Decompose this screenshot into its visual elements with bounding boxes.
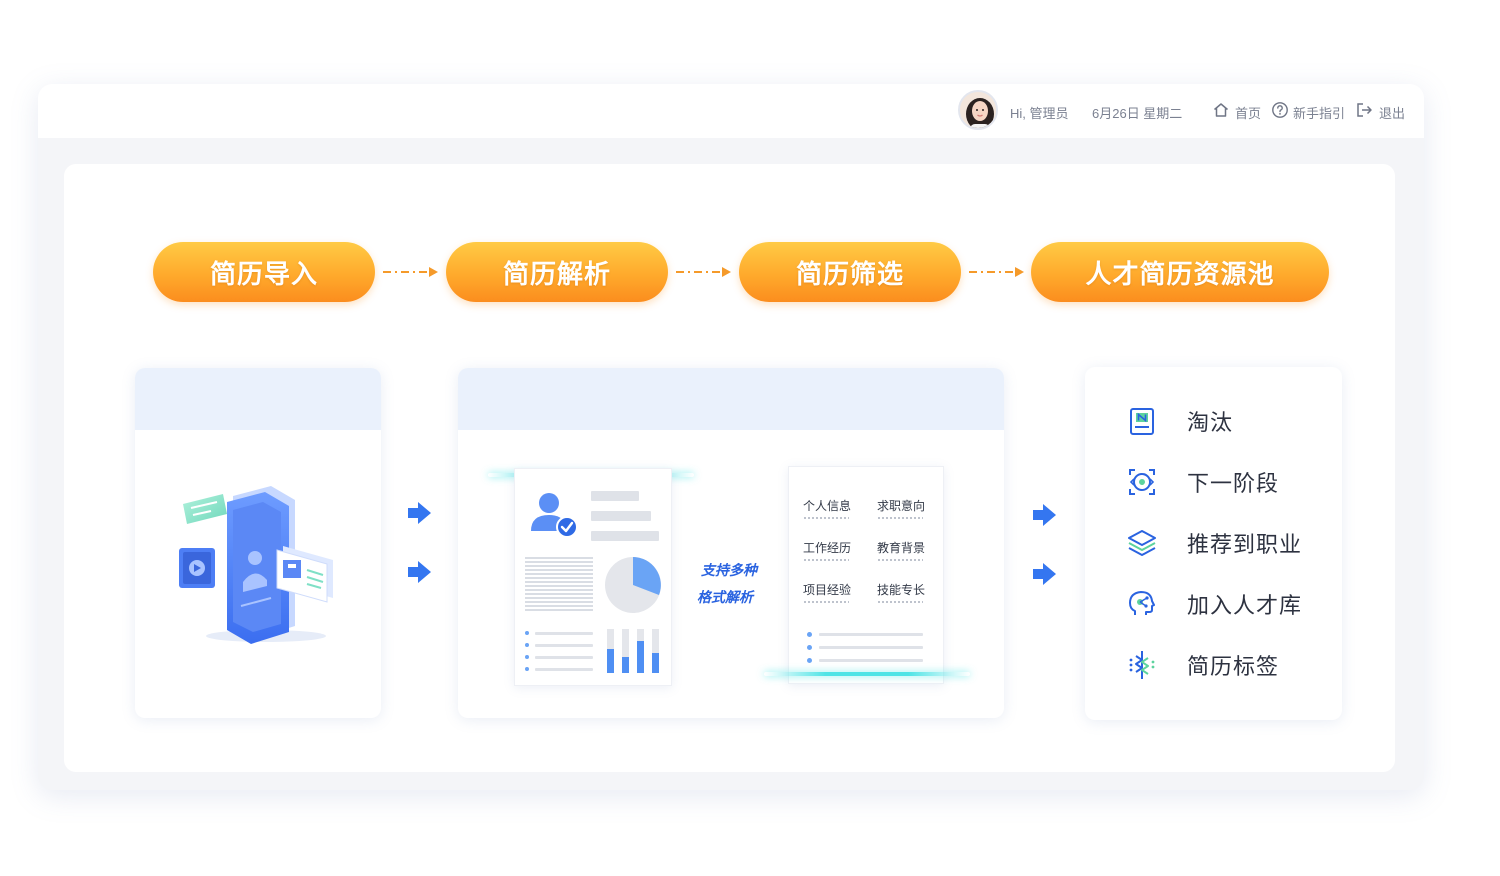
action-recommend-position[interactable]: 推荐到职业 (1125, 525, 1302, 561)
parse-card: 支持多种 格式解析 个人信息 求职意向 工作经历 教育背景 项目经验 技能专长 (458, 368, 1004, 718)
action-label: 推荐到职业 (1187, 532, 1303, 557)
action-resume-tags[interactable]: 简历标签 (1125, 647, 1279, 683)
nav-home-link[interactable]: 首页 (1235, 103, 1261, 122)
brain-head-icon (1129, 591, 1155, 615)
avatar[interactable] (958, 90, 998, 130)
arrow-right-icon (408, 502, 431, 524)
target-icon (1129, 469, 1155, 495)
home-icon[interactable] (1212, 101, 1230, 119)
bullet-list (525, 631, 595, 675)
step-resume-import[interactable]: 简历导入 (153, 242, 375, 302)
bar-chart-icon (607, 629, 659, 673)
app-window: Hi, 管理员 6月26日 星期二 首页 新手指引 退出 简历导入 简历解析 简… (38, 84, 1424, 790)
support-text-line1: 支持多种 (701, 562, 757, 578)
resume-document-parsed: 个人信息 求职意向 工作经历 教育背景 项目经验 技能专长 (788, 466, 944, 684)
avatar-portrait-icon (960, 92, 996, 128)
action-label: 简历标签 (1187, 654, 1280, 679)
dashed-arrow-icon (969, 267, 1024, 277)
mobile-import-illustration-icon (179, 486, 333, 644)
arrow-right-icon (408, 561, 431, 583)
card-header (458, 368, 1004, 430)
dna-icon (1129, 651, 1155, 679)
step-resume-parse[interactable]: 简历解析 (446, 242, 668, 302)
field-job-intent: 求职意向 (877, 499, 926, 513)
field-education: 教育背景 (877, 541, 926, 555)
import-card (135, 368, 381, 718)
nav-logout-link[interactable]: 退出 (1379, 103, 1405, 122)
user-check-icon (531, 493, 578, 538)
actions-card: 淘汰 下一阶段 推荐到职业 加入人才库 简历标签 (1085, 367, 1342, 720)
step-talent-pool[interactable]: 人才简历资源池 (1031, 242, 1329, 302)
action-label: 加入人才库 (1187, 593, 1303, 618)
nav-guide-link[interactable]: 新手指引 (1293, 103, 1345, 122)
field-projects: 项目经验 (803, 583, 852, 597)
dashed-arrow-icon (383, 267, 438, 277)
field-personal-info: 个人信息 (803, 499, 852, 513)
pie-chart-icon (605, 557, 661, 613)
help-circle-icon[interactable] (1271, 101, 1289, 119)
arrow-right-icon (1033, 504, 1056, 526)
main-panel: 简历导入 简历解析 简历筛选 人才简历资源池 支持多种 格式解析 个人信息 求职… (64, 164, 1395, 772)
action-add-talent-pool[interactable]: 加入人才库 (1125, 586, 1302, 622)
logout-icon[interactable] (1355, 101, 1373, 119)
arrow-right-icon (1033, 563, 1056, 585)
note-n-icon (1130, 408, 1154, 435)
scan-glow-line (764, 672, 970, 676)
top-bar: Hi, 管理员 6月26日 星期二 首页 新手指引 退出 (38, 84, 1424, 138)
date-text: 6月26日 星期二 (1092, 106, 1183, 121)
layers-icon (1128, 530, 1156, 556)
action-eliminate[interactable]: 淘汰 (1125, 403, 1233, 439)
action-label: 淘汰 (1187, 410, 1234, 435)
field-work-experience: 工作经历 (803, 541, 852, 555)
greeting-text: Hi, 管理员 (1010, 106, 1069, 121)
field-skills: 技能专长 (877, 583, 926, 597)
card-header (135, 368, 381, 430)
action-next-stage[interactable]: 下一阶段 (1125, 464, 1279, 500)
support-text-line2: 格式解析 (697, 589, 753, 605)
dashed-arrow-icon (676, 267, 731, 277)
resume-document-source (514, 468, 672, 686)
action-label: 下一阶段 (1187, 471, 1280, 496)
step-resume-filter[interactable]: 简历筛选 (739, 242, 961, 302)
